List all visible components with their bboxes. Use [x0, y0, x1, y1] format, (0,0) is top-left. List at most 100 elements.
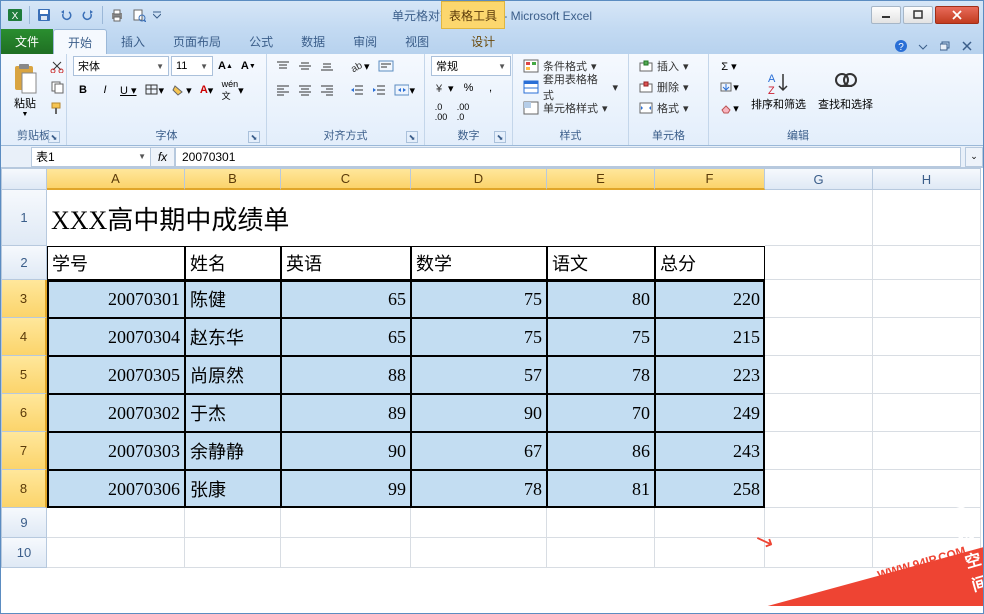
- sort-filter-button[interactable]: AZ 排序和筛选: [747, 56, 810, 125]
- align-bottom-icon[interactable]: [317, 56, 337, 76]
- name-box[interactable]: 表1▼: [31, 147, 151, 167]
- redo-icon[interactable]: [78, 5, 98, 25]
- cell-D6[interactable]: 90: [411, 394, 547, 432]
- orientation-icon[interactable]: ab▾: [347, 56, 373, 76]
- cell-F3[interactable]: 220: [655, 280, 765, 318]
- col-header-C[interactable]: C: [281, 168, 411, 190]
- tab-home[interactable]: 开始: [53, 29, 107, 54]
- close-button[interactable]: [935, 6, 979, 24]
- cell-G9[interactable]: [765, 508, 873, 538]
- tab-design[interactable]: 设计: [457, 29, 509, 54]
- cell-D2[interactable]: 数学: [411, 246, 547, 280]
- cell-C5[interactable]: 88: [281, 356, 411, 394]
- autosum-icon[interactable]: Σ ▾: [715, 56, 743, 76]
- decrease-font-icon[interactable]: A▼: [238, 56, 259, 76]
- maximize-button[interactable]: [903, 6, 933, 24]
- cell-A4[interactable]: 20070304: [47, 318, 185, 356]
- font-color-button[interactable]: A▾: [197, 80, 217, 100]
- print-preview-icon[interactable]: [129, 5, 149, 25]
- cell-E2[interactable]: 语文: [547, 246, 655, 280]
- cell-C6[interactable]: 89: [281, 394, 411, 432]
- cell-G7[interactable]: [765, 432, 873, 470]
- cell-H1[interactable]: [873, 190, 981, 246]
- cell-C7[interactable]: 90: [281, 432, 411, 470]
- tab-view[interactable]: 视图: [391, 29, 443, 54]
- cell-G8[interactable]: [765, 470, 873, 508]
- cell-A6[interactable]: 20070302: [47, 394, 185, 432]
- cell-H6[interactable]: [873, 394, 981, 432]
- cell-B5[interactable]: 尚原然: [185, 356, 281, 394]
- cell-B4[interactable]: 赵东华: [185, 318, 281, 356]
- row-header-9[interactable]: 9: [1, 508, 47, 538]
- cell-G3[interactable]: [765, 280, 873, 318]
- alignment-launcher[interactable]: ⬊: [406, 131, 418, 143]
- cell-C2[interactable]: 英语: [281, 246, 411, 280]
- cell-E3[interactable]: 80: [547, 280, 655, 318]
- cell-H9[interactable]: [873, 508, 981, 538]
- cell-E10[interactable]: [547, 538, 655, 568]
- cell-D3[interactable]: 75: [411, 280, 547, 318]
- cell-F2[interactable]: 总分: [655, 246, 765, 280]
- row-header-5[interactable]: 5: [1, 356, 47, 394]
- cell-F4[interactable]: 215: [655, 318, 765, 356]
- select-all-corner[interactable]: [1, 168, 47, 190]
- cell-A3[interactable]: 20070301: [47, 280, 185, 318]
- font-name-combo[interactable]: 宋体▼: [73, 56, 169, 76]
- cell-D10[interactable]: [411, 538, 547, 568]
- cell-H5[interactable]: [873, 356, 981, 394]
- cell-A7[interactable]: 20070303: [47, 432, 185, 470]
- cell-F8[interactable]: 258: [655, 470, 765, 508]
- cell-B2[interactable]: 姓名: [185, 246, 281, 280]
- cell-E4[interactable]: 75: [547, 318, 655, 356]
- comma-icon[interactable]: ,: [481, 78, 501, 98]
- clipboard-launcher[interactable]: ⬊: [48, 131, 60, 143]
- accounting-format-icon[interactable]: ¥▾: [431, 78, 457, 98]
- cell-B8[interactable]: 张康: [185, 470, 281, 508]
- col-header-G[interactable]: G: [765, 168, 873, 190]
- row-header-2[interactable]: 2: [1, 246, 47, 280]
- save-icon[interactable]: [34, 5, 54, 25]
- cell-B3[interactable]: 陈健: [185, 280, 281, 318]
- cell-E7[interactable]: 86: [547, 432, 655, 470]
- format-painter-icon[interactable]: [47, 98, 67, 118]
- find-select-button[interactable]: 查找和选择: [814, 56, 877, 125]
- tab-page-layout[interactable]: 页面布局: [159, 29, 235, 54]
- col-header-F[interactable]: F: [655, 168, 765, 190]
- cell-styles-button[interactable]: 单元格样式 ▾: [519, 98, 622, 118]
- align-right-icon[interactable]: [317, 80, 337, 100]
- col-header-H[interactable]: H: [873, 168, 981, 190]
- tab-file[interactable]: 文件: [1, 29, 53, 54]
- fx-button[interactable]: fx: [151, 147, 175, 167]
- cell-A9[interactable]: [47, 508, 185, 538]
- tab-data[interactable]: 数据: [287, 29, 339, 54]
- format-as-table-button[interactable]: 套用表格格式 ▾: [519, 77, 622, 97]
- cell-H8[interactable]: [873, 470, 981, 508]
- row-header-8[interactable]: 8: [1, 470, 47, 508]
- clear-icon[interactable]: ▾: [715, 98, 743, 118]
- cell-H2[interactable]: [873, 246, 981, 280]
- cell-A10[interactable]: [47, 538, 185, 568]
- tab-formulas[interactable]: 公式: [235, 29, 287, 54]
- wrap-text-icon[interactable]: [375, 56, 397, 76]
- cell-D4[interactable]: 75: [411, 318, 547, 356]
- cell-B10[interactable]: [185, 538, 281, 568]
- row-header-3[interactable]: 3: [1, 280, 47, 318]
- decrease-decimal-icon[interactable]: .00.0: [453, 102, 473, 122]
- cell-G6[interactable]: [765, 394, 873, 432]
- cell-D9[interactable]: [411, 508, 547, 538]
- decrease-indent-icon[interactable]: [347, 80, 367, 100]
- cell-H7[interactable]: [873, 432, 981, 470]
- formula-bar[interactable]: 20070301: [175, 147, 961, 167]
- cell-A2[interactable]: 学号: [47, 246, 185, 280]
- cell-G1[interactable]: [765, 190, 873, 246]
- tab-insert[interactable]: 插入: [107, 29, 159, 54]
- increase-indent-icon[interactable]: [369, 80, 389, 100]
- cell-D5[interactable]: 57: [411, 356, 547, 394]
- cell-E6[interactable]: 70: [547, 394, 655, 432]
- cell-F7[interactable]: 243: [655, 432, 765, 470]
- fill-color-button[interactable]: ▾: [169, 80, 195, 100]
- cell-E9[interactable]: [547, 508, 655, 538]
- cell-B6[interactable]: 于杰: [185, 394, 281, 432]
- cell-C4[interactable]: 65: [281, 318, 411, 356]
- align-top-icon[interactable]: [273, 56, 293, 76]
